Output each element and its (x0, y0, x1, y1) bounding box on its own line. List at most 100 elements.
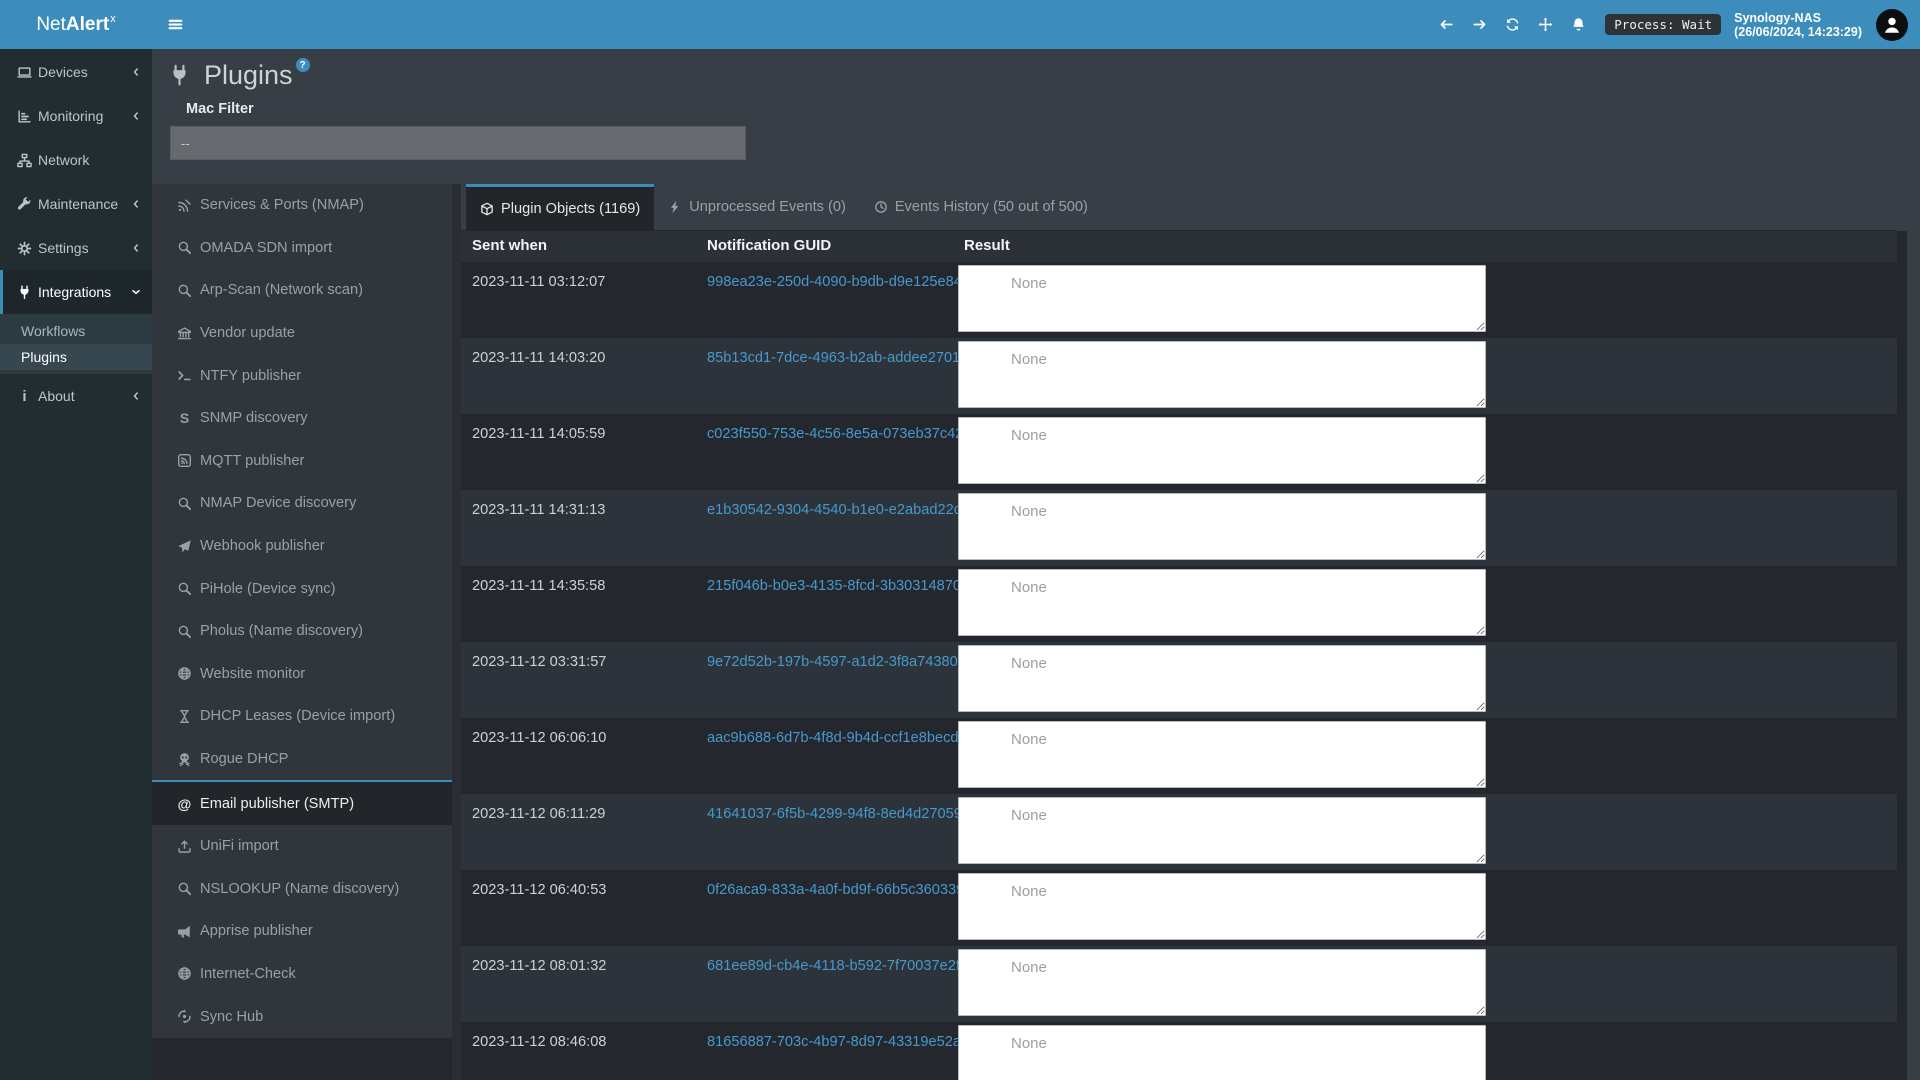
notification-guid-link[interactable]: 9e72d52b-197b-4597-a1d2-3f8a74380918 (707, 654, 982, 670)
result-textarea[interactable] (958, 949, 1486, 1016)
tab-plugin-objects-1169[interactable]: Plugin Objects (1169) (466, 184, 654, 230)
plugin-item-services-ports-nmap[interactable]: Services & Ports (NMAP) (152, 184, 452, 227)
table-row: 2023-11-11 14:03:2085b13cd1-7dce-4963-b2… (461, 338, 1897, 414)
at-icon: @ (176, 797, 193, 811)
notification-guid-link[interactable]: 81656887-703c-4b97-8d97-43319e52ac9a (707, 1034, 985, 1050)
plugin-item-apprise-publisher[interactable]: Apprise publisher (152, 910, 452, 953)
plug-icon (168, 64, 191, 87)
plugin-item-nmap-device-discovery[interactable]: NMAP Device discovery (152, 482, 452, 525)
arrow-left-button[interactable] (1430, 0, 1463, 49)
sidebar-item-about[interactable]: iAbout (0, 374, 152, 418)
tab-events-history-50-out-of-500[interactable]: Events History (50 out of 500) (860, 184, 1102, 230)
refresh-icon (1505, 17, 1520, 32)
table-header: Sent when Notification GUID Result (461, 231, 1897, 262)
result-textarea[interactable] (958, 265, 1486, 332)
notification-guid-link[interactable]: 41641037-6f5b-4299-94f8-8ed4d270593a (707, 806, 978, 822)
result-textarea[interactable] (958, 645, 1486, 712)
result-textarea[interactable] (958, 493, 1486, 560)
info-icon: i (17, 389, 32, 404)
search-icon (176, 283, 193, 298)
sidebar-item-network[interactable]: Network (0, 138, 152, 182)
sent-when-cell: 2023-11-11 03:12:07 (472, 274, 605, 290)
plugin-item-ntfy-publisher[interactable]: NTFY publisher (152, 354, 452, 397)
sidebar-toggle-button[interactable] (152, 0, 198, 49)
plugin-item-vendor-update[interactable]: Vendor update (152, 312, 452, 355)
notification-guid-link[interactable]: 0f26aca9-833a-4a0f-bd9f-66b5c3603391 (707, 882, 972, 898)
notification-guid-link[interactable]: 215f046b-b0e3-4135-8fcd-3b30314870f1 (707, 578, 973, 594)
tab-unprocessed-events-0[interactable]: Unprocessed Events (0) (654, 184, 860, 230)
notification-guid-link[interactable]: c023f550-753e-4c56-8e5a-073eb37c42ea (707, 426, 980, 442)
plugin-item-pihole-device-sync[interactable]: PiHole (Device sync) (152, 567, 452, 610)
plugin-item-webhook-publisher[interactable]: Webhook publisher (152, 525, 452, 568)
sidebar-item-settings[interactable]: Settings (0, 226, 152, 270)
chevron-down-icon (130, 286, 142, 298)
plugin-item-label: Services & Ports (NMAP) (200, 197, 364, 213)
cube-icon (480, 202, 494, 216)
sidebar-subitem-plugins[interactable]: Plugins (0, 344, 152, 370)
bullhorn-icon (176, 924, 193, 939)
search-icon (176, 624, 193, 639)
refresh-button[interactable] (1496, 0, 1529, 49)
host-info: Synology-NAS (26/06/2024, 14:23:29) (1734, 11, 1862, 39)
plugin-item-mqtt-publisher[interactable]: MQTT publisher (152, 440, 452, 483)
plugin-item-internet-check[interactable]: Internet-Check (152, 953, 452, 996)
result-textarea[interactable] (958, 569, 1486, 636)
top-bar-right: Process: Wait Synology-NAS (26/06/2024, … (1430, 0, 1920, 49)
plugin-item-pholus-name-discovery[interactable]: Pholus (Name discovery) (152, 610, 452, 653)
sent-when-cell: 2023-11-12 06:40:53 (472, 882, 606, 898)
plugin-item-website-monitor[interactable]: Website monitor (152, 653, 452, 696)
sidebar-item-label: Devices (38, 64, 128, 80)
sent-when-cell: 2023-11-12 06:11:29 (472, 806, 605, 822)
result-textarea[interactable] (958, 873, 1486, 940)
sidebar-item-devices[interactable]: Devices (0, 50, 152, 94)
table-row: 2023-11-12 06:06:10aac9b688-6d7b-4f8d-9b… (461, 718, 1897, 794)
result-textarea[interactable] (958, 721, 1486, 788)
notification-guid-link[interactable]: 681ee89d-cb4e-4118-b592-7f70037e2f05 (707, 958, 976, 974)
arrows-move-button[interactable] (1529, 0, 1562, 49)
notification-guid-link[interactable]: e1b30542-9304-4540-b1e0-e2abad22dbd0 (707, 502, 986, 518)
search-icon (176, 496, 193, 511)
clock-icon (874, 200, 888, 214)
plugin-item-omada-sdn-import[interactable]: OMADA SDN import (152, 227, 452, 270)
column-header-notification-guid: Notification GUID (707, 237, 831, 254)
result-textarea[interactable] (958, 417, 1486, 484)
result-textarea[interactable] (958, 1025, 1486, 1080)
plugin-item-sync-hub[interactable]: Sync Hub (152, 995, 452, 1038)
table-row: 2023-11-11 03:12:07 998ea23e-250d-4090-b9… (461, 262, 1897, 338)
table-row: 2023-11-12 03:31:57 9e72d52b-197b-4597-a1… (461, 642, 1897, 718)
plugin-item-label: Website monitor (200, 666, 305, 682)
sidebar-item-integrations[interactable]: Integrations (0, 270, 152, 314)
chevron-left-icon (130, 66, 142, 78)
tab-label: Unprocessed Events (0) (689, 199, 846, 215)
plugin-item-email-publisher-smtp[interactable]: @Email publisher (SMTP) (152, 780, 452, 825)
letter-s-icon: S (176, 411, 193, 425)
terminal-icon (176, 368, 193, 383)
notification-guid-link[interactable]: aac9b688-6d7b-4f8d-9b4d-ccf1e8becdc4 (707, 730, 974, 746)
sidebar-subitem-workflows[interactable]: Workflows (0, 318, 152, 344)
avatar[interactable] (1876, 9, 1908, 41)
plugin-item-nslookup-name-discovery[interactable]: NSLOOKUP (Name discovery) (152, 868, 452, 911)
app-logo[interactable]: NetAlertx (0, 0, 152, 49)
plugin-item-rogue-dhcp[interactable]: Rogue DHCP (152, 738, 452, 781)
tab-bar: Plugin Objects (1169) Unprocessed Events … (461, 184, 1897, 231)
plugin-item-label: Arp-Scan (Network scan) (200, 282, 363, 298)
notification-guid-link[interactable]: 998ea23e-250d-4090-b9db-d9e125e84d06 (707, 274, 986, 290)
help-badge[interactable]: ? (296, 58, 310, 72)
plugin-item-label: Webhook publisher (200, 538, 325, 554)
arrow-right-button[interactable] (1463, 0, 1496, 49)
mac-filter-input[interactable] (170, 126, 746, 160)
plugin-item-arp-scan-network-scan[interactable]: Arp-Scan (Network scan) (152, 269, 452, 312)
bell-button[interactable] (1562, 0, 1595, 49)
sidebar-item-maintenance[interactable]: Maintenance (0, 182, 152, 226)
sent-when-cell: 2023-11-12 03:31:57 (472, 654, 606, 670)
result-textarea[interactable] (958, 797, 1486, 864)
top-nav-icons (1430, 0, 1595, 49)
plugin-item-unifi-import[interactable]: UniFi import (152, 825, 452, 868)
notification-guid-link[interactable]: 85b13cd1-7dce-4963-b2ab-addee2701484 (707, 350, 985, 366)
plugin-item-dhcp-leases-device-import[interactable]: DHCP Leases (Device import) (152, 695, 452, 738)
plugin-item-label: Sync Hub (200, 1009, 263, 1025)
plugin-item-snmp-discovery[interactable]: SSNMP discovery (152, 397, 452, 440)
sidebar-item-label: Settings (38, 240, 128, 256)
result-textarea[interactable] (958, 341, 1486, 408)
sidebar-item-monitoring[interactable]: Monitoring (0, 94, 152, 138)
